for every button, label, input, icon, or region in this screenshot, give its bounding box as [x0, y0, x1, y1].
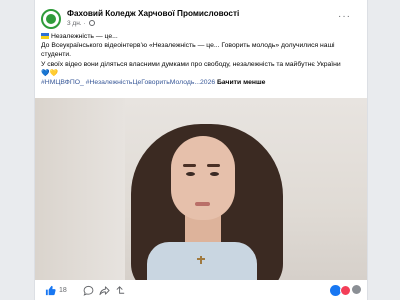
- post-text-line: У своїх відео вони діляться власними дум…: [41, 60, 341, 68]
- hashtag-link[interactable]: #НМЦВФПО_: [41, 79, 84, 86]
- post-header: Фаховий Коледж Харчової Промисловості 3 …: [41, 5, 361, 31]
- logo-icon: [46, 14, 56, 24]
- post-text: Незалежність — це... До Всеукраїнського …: [41, 32, 363, 87]
- post-text-line: Незалежність — це...: [41, 32, 363, 41]
- love-reaction-icon: [340, 285, 351, 296]
- like-count[interactable]: 18: [59, 287, 67, 294]
- page-avatar[interactable]: [41, 9, 61, 29]
- repost-icon[interactable]: [115, 285, 126, 296]
- see-less-link[interactable]: Бачити менше: [217, 79, 265, 86]
- hashtags-line: #НМЦВФПО_ #НезалежністьЦеГоворитьМолодь.…: [41, 78, 363, 87]
- hashtag-link[interactable]: #НезалежністьЦеГоворитьМолодь...2026: [86, 79, 215, 86]
- post-meta: 3 дн. ·: [67, 20, 96, 27]
- comment-icon[interactable]: [83, 285, 94, 296]
- video-player[interactable]: [35, 98, 367, 280]
- avatar: [352, 285, 361, 294]
- yellow-heart-icon: 💛: [49, 69, 58, 77]
- post-card: Фаховий Коледж Харчової Промисловості 3 …: [34, 0, 368, 300]
- page-name-link[interactable]: Фаховий Коледж Харчової Промисловості: [67, 9, 239, 18]
- more-icon[interactable]: ···: [338, 11, 351, 22]
- post-time[interactable]: 3 дн.: [67, 20, 82, 27]
- person-top: [147, 242, 257, 280]
- globe-icon: [89, 20, 96, 27]
- flag-ukraine-icon: [41, 33, 49, 40]
- person-face: [171, 136, 235, 220]
- post-text-line: студенти.: [41, 51, 72, 59]
- action-bar: 18: [35, 282, 367, 300]
- post-text-line: До Всеукраїнського відеоінтерв’ю «Незале…: [41, 42, 335, 50]
- share-icon[interactable]: [99, 285, 110, 296]
- like-icon[interactable]: [45, 285, 56, 296]
- heart-emojis: 💙💛: [41, 69, 363, 78]
